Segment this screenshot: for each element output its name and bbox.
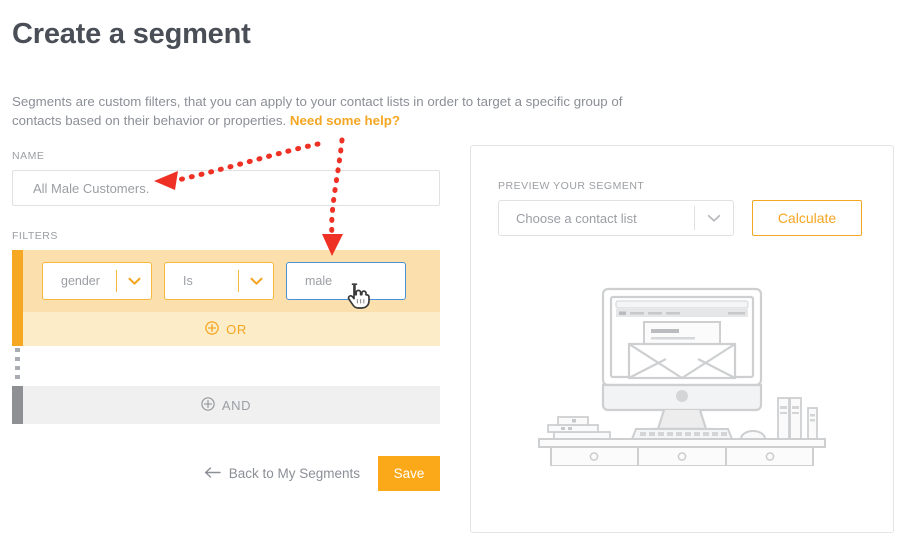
or-group-accent-bar [12,250,23,346]
add-or-condition-button[interactable]: OR [12,312,440,346]
or-button-content: OR [205,320,247,338]
contact-list-select[interactable]: Choose a contact list [498,200,734,236]
desk-monitor-email-illustration [532,286,832,471]
form-actions: Back to My Segments Save [12,456,440,491]
calculate-button[interactable]: Calculate [752,200,862,236]
filter-or-group: gender Is OR [12,250,440,346]
preview-label: PREVIEW YOUR SEGMENT [498,180,645,192]
filter-row: gender Is [12,250,440,312]
back-link-label: Back to My Segments [228,466,360,481]
back-to-my-segments-link[interactable]: Back to My Segments [204,466,360,481]
chevron-down-icon [695,214,733,223]
filter-value-input[interactable] [286,262,406,300]
segment-name-input[interactable] [12,170,440,206]
page-title: Create a segment [12,18,251,50]
and-button-content: AND [201,396,252,414]
add-and-group-button[interactable]: AND [12,386,440,424]
and-group-accent-bar [12,386,23,424]
circle-plus-icon [201,396,215,414]
connector-dots [15,348,20,382]
arrow-left-icon [204,466,221,481]
contact-list-value: Choose a contact list [516,210,637,226]
chevron-down-icon [117,277,151,286]
filter-field-value: gender [61,274,100,288]
group-connector [12,346,440,386]
filter-operator-select[interactable]: Is [164,262,274,300]
chevron-down-icon [239,277,273,286]
filters-label: FILTERS [12,230,58,242]
and-label: AND [221,397,252,413]
filter-field-select[interactable]: gender [42,262,152,300]
or-label: OR [226,321,247,337]
circle-plus-icon [205,320,219,338]
intro-text: Segments are custom filters, that you ca… [12,92,672,130]
save-button[interactable]: Save [378,456,440,491]
name-label: NAME [12,150,45,162]
segment-form: NAME FILTERS gender Is [12,150,440,491]
filter-operator-value: Is [183,274,193,288]
preview-panel: PREVIEW YOUR SEGMENT Choose a contact li… [470,145,894,533]
preview-controls: Choose a contact list Calculate [498,200,862,236]
need-help-link[interactable]: Need some help? [290,113,400,128]
